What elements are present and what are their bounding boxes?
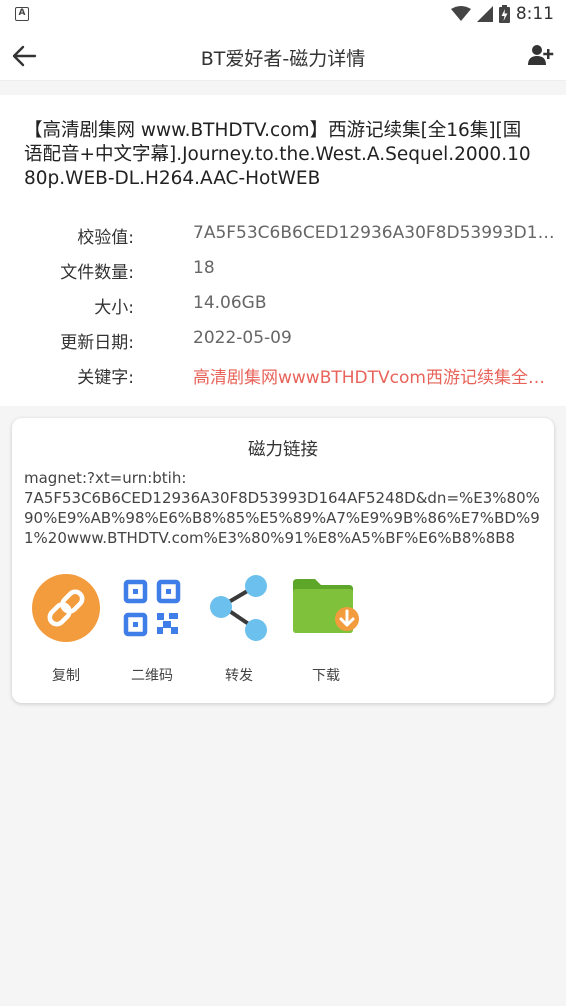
info-row-keyword: 关键字: 高清剧集网wwwBTHDTVcom西游记续集全… — [0, 359, 566, 389]
status-right-group: 8:11 — [450, 4, 554, 24]
share-label: 转发 — [225, 668, 253, 684]
page-title: BT爱好者-磁力详情 — [200, 48, 366, 70]
update-date-value: 2022-05-09 — [193, 328, 292, 348]
info-row-hash: 校验值: 7A5F53C6B6CED12936A30F8D53993D16… — [0, 219, 566, 249]
file-count-label: 文件数量: — [60, 263, 134, 283]
link-icon — [32, 574, 100, 642]
share-icon-wrap — [204, 573, 274, 643]
qr-code-label: 二维码 — [131, 668, 173, 684]
status-bar: A 8:11 — [0, 0, 566, 30]
status-time: 8:11 — [515, 4, 554, 24]
download-icon-wrap — [291, 573, 361, 643]
magnet-link-text[interactable]: magnet:?xt=urn:btih: 7A5F53C6B6CED12936A… — [24, 468, 544, 548]
download-label: 下载 — [312, 668, 340, 684]
keyword-link[interactable]: 高清剧集网wwwBTHDTVcom西游记续集全… — [193, 363, 560, 388]
copy-button[interactable]: 复制 — [26, 573, 106, 685]
notification-app-icon: A — [15, 7, 29, 21]
qr-icon-wrap — [117, 573, 187, 643]
torrent-title: 【高清剧集网 www.BTHDTV.com】西游记续集[全16集][国语配音+中… — [24, 120, 531, 189]
info-row-file-count: 文件数量: 18 — [0, 254, 566, 284]
share-icon — [210, 575, 267, 641]
size-label: 大小: — [94, 298, 134, 318]
size-value: 14.06GB — [193, 293, 267, 313]
copy-icon-wrap — [31, 573, 101, 643]
wifi-icon — [450, 6, 471, 21]
download-button[interactable]: 下载 — [286, 573, 366, 685]
hash-label: 校验值: — [77, 228, 134, 248]
add-user-button[interactable] — [526, 40, 556, 70]
torrent-info-section: 【高清剧集网 www.BTHDTV.com】西游记续集[全16集][国语配音+中… — [0, 95, 566, 406]
folder-download-icon — [293, 579, 359, 633]
cell-signal-icon — [476, 6, 493, 22]
share-button[interactable]: 转发 — [199, 573, 279, 685]
info-row-size: 大小: 14.06GB — [0, 289, 566, 319]
copy-label: 复制 — [52, 668, 80, 684]
update-date-label: 更新日期: — [60, 333, 134, 353]
qr-code-icon — [123, 579, 181, 637]
keyword-label: 关键字: — [77, 368, 134, 388]
info-row-update-date: 更新日期: 2022-05-09 — [0, 324, 566, 354]
qr-code-button[interactable]: 二维码 — [112, 573, 192, 685]
magnet-card-title: 磁力链接 — [248, 440, 318, 460]
app-bar: BT爱好者-磁力详情 — [0, 30, 566, 81]
file-count-value: 18 — [193, 258, 215, 278]
magnet-card: 磁力链接 magnet:?xt=urn:btih: 7A5F53C6B6CED1… — [12, 418, 554, 703]
battery-charging-icon — [498, 5, 510, 23]
add-user-icon — [528, 45, 554, 65]
hash-value: 7A5F53C6B6CED12936A30F8D53993D16… — [193, 223, 560, 243]
